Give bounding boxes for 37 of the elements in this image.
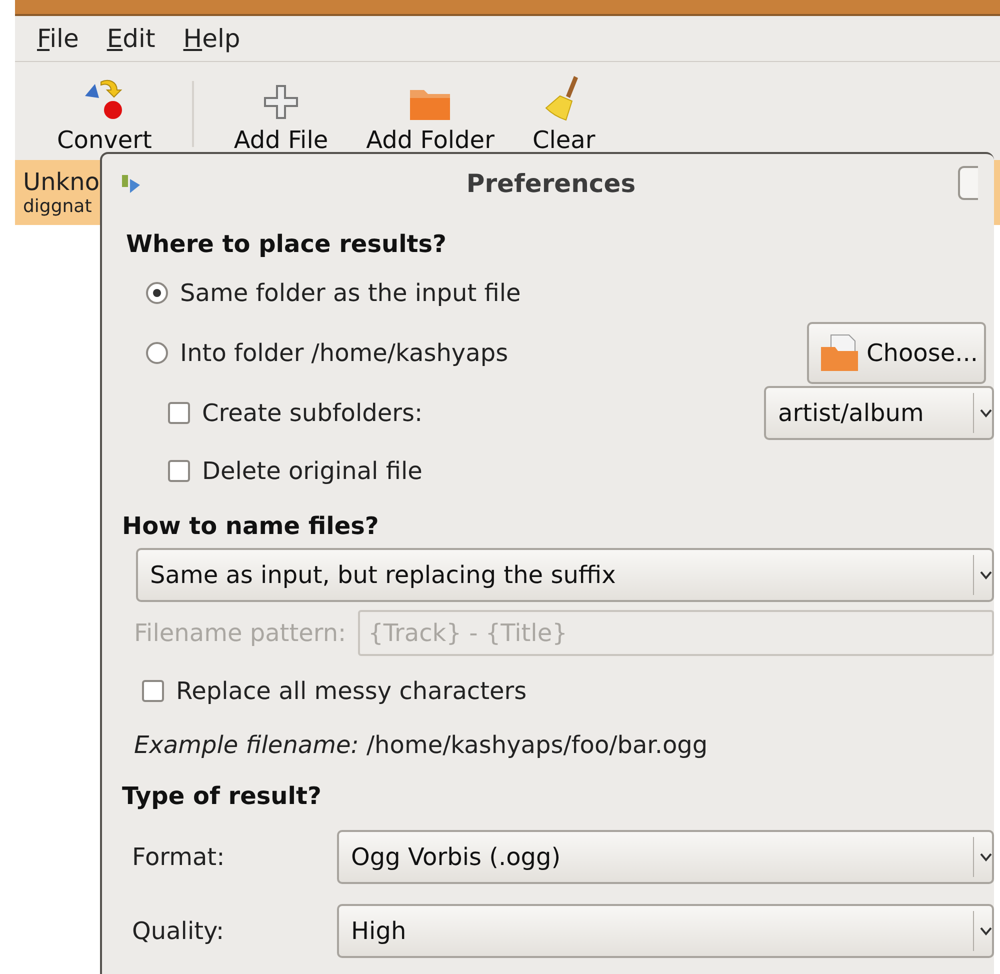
caret-icon (980, 926, 992, 936)
radio-button[interactable] (146, 342, 168, 364)
toolbar-button[interactable]: Add File (222, 82, 340, 154)
field-label: Format: (132, 843, 226, 871)
file-subtitle: diggnat (23, 196, 92, 217)
radio-button[interactable] (146, 282, 168, 304)
radio-label: Into folder /home/kashyaps (180, 339, 508, 367)
field-label: Quality: (132, 917, 226, 945)
checkbox[interactable] (168, 460, 190, 482)
field-label: Filename pattern: (134, 619, 346, 647)
caret-icon (980, 408, 992, 418)
checkbox-label: Replace all messy characters (176, 677, 527, 705)
section-heading: Where to place results? (126, 230, 448, 258)
menu-item[interactable]: Edit (106, 24, 156, 53)
quality-dropdown[interactable]: High (337, 904, 994, 958)
close-button[interactable] (958, 166, 978, 200)
menu-item[interactable]: Help (183, 24, 240, 53)
folder-icon (818, 333, 860, 373)
dialog-title: Preferences (465, 168, 637, 198)
checkbox[interactable] (168, 402, 190, 424)
subfolder-dropdown[interactable]: artist/album (764, 386, 994, 440)
file-title: Unkno (23, 168, 100, 196)
menu-item[interactable]: File (37, 24, 79, 53)
section-heading: How to name files? (122, 512, 380, 540)
choose-button[interactable]: Choose... (806, 322, 986, 384)
toolbar-button[interactable]: Convert (45, 76, 164, 154)
format-dropdown[interactable]: Ogg Vorbis (.ogg) (337, 830, 994, 884)
section-heading: Type of result? (122, 782, 322, 810)
caret-icon (980, 570, 992, 580)
checkbox-label: Create subfolders: (202, 399, 423, 427)
toolbar-button[interactable]: Clear (520, 74, 608, 154)
checkbox-label: Delete original file (202, 457, 422, 485)
naming-dropdown[interactable]: Same as input, but replacing the suffix (136, 548, 994, 602)
checkbox[interactable] (142, 680, 164, 702)
caret-icon (980, 852, 992, 862)
example-filename: Example filename: /home/kashyaps/foo/bar.ogg (134, 730, 708, 761)
radio-label: Same folder as the input file (180, 279, 521, 307)
